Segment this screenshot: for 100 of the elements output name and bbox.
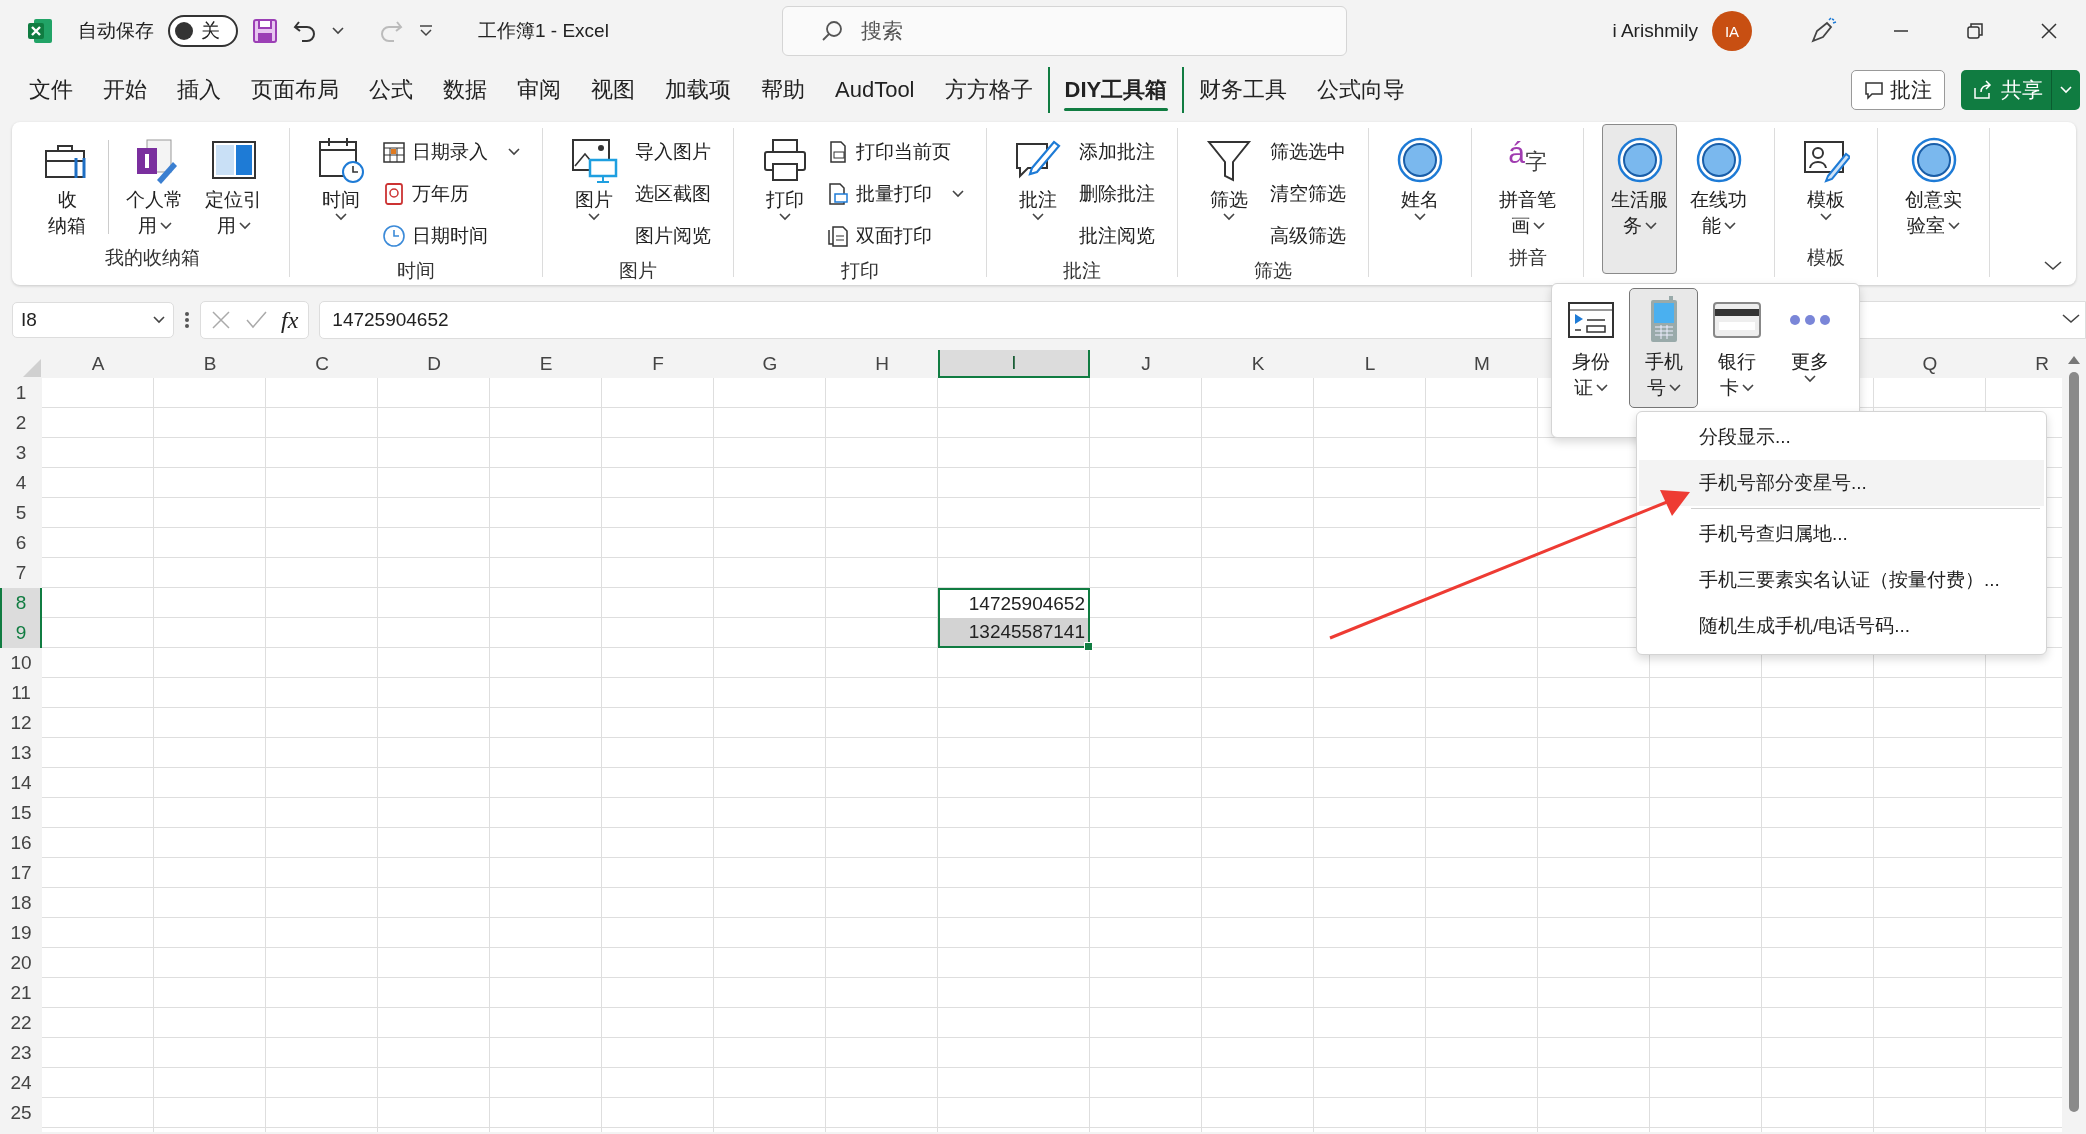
ribbon-tab[interactable]: 视图	[576, 67, 650, 113]
ribbon-button[interactable]: 导入图片	[631, 132, 715, 172]
column-header[interactable]: I	[938, 350, 1090, 378]
row-header[interactable]: 14	[0, 768, 42, 798]
column-header[interactable]: E	[490, 350, 602, 378]
menu-item[interactable]: 手机号部分变星号...	[1639, 460, 2044, 506]
menu-item[interactable]: 随机生成手机/电话号码...	[1639, 603, 2044, 649]
ribbon-button[interactable]: 清空筛选	[1266, 174, 1350, 214]
ribbon-tab[interactable]: 页面布局	[236, 67, 354, 113]
ribbon-button[interactable]: 万年历	[378, 174, 524, 214]
pen-icon[interactable]	[1809, 17, 1837, 45]
autosave-toggle[interactable]: 关	[168, 15, 238, 47]
ribbon-tab[interactable]: 开始	[88, 67, 162, 113]
column-header[interactable]: K	[1202, 350, 1314, 378]
column-header[interactable]: J	[1090, 350, 1202, 378]
gallery-button[interactable]: 手机 号	[1629, 288, 1698, 408]
ribbon-tab[interactable]: 数据	[428, 67, 502, 113]
ribbon-tab[interactable]: 插入	[162, 67, 236, 113]
row-header[interactable]: 15	[0, 798, 42, 828]
ribbon-button[interactable]: 批注	[1005, 132, 1071, 222]
row-header[interactable]: 12	[0, 708, 42, 738]
ribbon-button[interactable]: 打印	[752, 132, 818, 222]
row-header[interactable]: 23	[0, 1038, 42, 1068]
column-header[interactable]: C	[266, 350, 378, 378]
ribbon-button[interactable]: 日期录入	[378, 132, 524, 172]
row-header[interactable]: 9	[0, 618, 42, 648]
share-button[interactable]: 共享	[1961, 70, 2080, 110]
row-header[interactable]: 7	[0, 558, 42, 588]
column-header[interactable]: L	[1314, 350, 1426, 378]
comments-button[interactable]: 批注	[1851, 70, 1945, 110]
customize-toolbar-icon[interactable]	[418, 24, 434, 38]
column-header[interactable]: G	[714, 350, 826, 378]
ribbon-tab[interactable]: 加载项	[650, 67, 746, 113]
save-icon[interactable]	[252, 18, 278, 44]
menu-item[interactable]: 手机号查归属地...	[1639, 511, 2044, 557]
column-header[interactable]: R	[1986, 350, 2062, 378]
row-header[interactable]: 21	[0, 978, 42, 1008]
column-header[interactable]: B	[154, 350, 266, 378]
ribbon-button[interactable]: 删除批注	[1075, 174, 1159, 214]
row-header[interactable]: 25	[0, 1098, 42, 1128]
row-header[interactable]: 18	[0, 888, 42, 918]
table-cell[interactable]: 13245587141	[938, 618, 1090, 648]
search-field[interactable]: 搜索	[782, 6, 1347, 56]
ribbon-tab[interactable]: 方方格子	[929, 67, 1048, 113]
ribbon-button[interactable]: 批量打印	[822, 174, 968, 214]
row-header[interactable]: 13	[0, 738, 42, 768]
row-header[interactable]: 24	[0, 1068, 42, 1098]
ribbon-button[interactable]: 日期时间	[378, 216, 524, 256]
ribbon-tab[interactable]: 帮助	[746, 67, 820, 113]
ribbon-button[interactable]: 高级筛选	[1266, 216, 1350, 256]
row-header[interactable]: 4	[0, 468, 42, 498]
ribbon-button[interactable]: 生活服 务	[1602, 124, 1677, 274]
more-options-icon[interactable]	[184, 310, 190, 330]
ribbon-button[interactable]: 个人常 用	[117, 132, 192, 240]
row-header[interactable]: 10	[0, 648, 42, 678]
row-header[interactable]: 3	[0, 438, 42, 468]
menu-item[interactable]: 手机三要素实名认证（按量付费）...	[1639, 557, 2044, 603]
column-header[interactable]: M	[1426, 350, 1538, 378]
ribbon-button[interactable]: 双面打印	[822, 216, 968, 256]
ribbon-tab[interactable]: AudTool	[820, 69, 930, 111]
column-header[interactable]: D	[378, 350, 490, 378]
name-box[interactable]: I8	[12, 302, 174, 338]
ribbon-button[interactable]: 选区截图	[631, 174, 715, 214]
ribbon-button[interactable]: 批注阅览	[1075, 216, 1159, 256]
ribbon-tab[interactable]: 财务工具	[1184, 67, 1303, 113]
ribbon-button[interactable]: 姓名	[1387, 132, 1453, 222]
ribbon-button[interactable]: 添加批注	[1075, 132, 1159, 172]
restore-icon[interactable]	[1965, 21, 1985, 41]
ribbon-button[interactable]: 时间	[308, 132, 374, 222]
row-header[interactable]: 19	[0, 918, 42, 948]
menu-item[interactable]: 分段显示...	[1639, 414, 2044, 460]
row-header[interactable]: 8	[0, 588, 42, 618]
close-icon[interactable]	[2039, 21, 2059, 41]
row-header[interactable]: 11	[0, 678, 42, 708]
row-header[interactable]: 16	[0, 828, 42, 858]
ribbon-tab[interactable]: 审阅	[502, 67, 576, 113]
ribbon-tab[interactable]: 文件	[14, 67, 88, 113]
ribbon-button[interactable]: 筛选	[1196, 132, 1262, 222]
ribbon-button[interactable]: 打印当前页	[822, 132, 968, 172]
column-header[interactable]: H	[826, 350, 938, 378]
ribbon-button[interactable]: 图片阅览	[631, 216, 715, 256]
fill-handle[interactable]	[1084, 642, 1093, 651]
row-header[interactable]: 20	[0, 948, 42, 978]
ribbon-button[interactable]: 图片	[561, 132, 627, 222]
table-cell[interactable]: 14725904652	[938, 588, 1090, 618]
ribbon-button[interactable]: 定位引 用	[196, 132, 271, 240]
row-header[interactable]: 22	[0, 1008, 42, 1038]
ribbon-tab[interactable]: DIY工具箱	[1047, 67, 1185, 113]
row-header[interactable]: 1	[0, 378, 42, 408]
row-header[interactable]: 6	[0, 528, 42, 558]
user-avatar[interactable]: IA	[1712, 11, 1752, 51]
expand-formula-bar-icon[interactable]	[2062, 314, 2080, 324]
ribbon-button[interactable]: 创意实 验室	[1896, 132, 1971, 240]
ribbon-button[interactable]: 在线功 能	[1681, 132, 1756, 240]
ribbon-button[interactable]: 模板	[1793, 132, 1859, 222]
ribbon-tab[interactable]: 公式	[354, 67, 428, 113]
column-header[interactable]: F	[602, 350, 714, 378]
row-header[interactable]: 17	[0, 858, 42, 888]
ribbon-tab[interactable]: 公式向导	[1302, 67, 1421, 113]
insert-function-button[interactable]: fx	[281, 306, 299, 334]
